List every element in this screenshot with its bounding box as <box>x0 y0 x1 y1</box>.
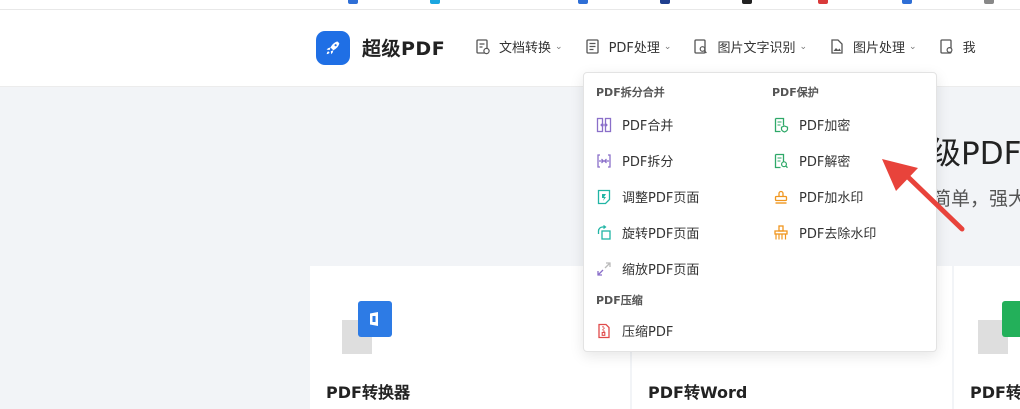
tool-card-pdf-to-excel[interactable]: PDF转 <box>954 266 1020 409</box>
watermark-stamp-icon <box>774 190 788 204</box>
section-split-merge: PDF拆分合并 <box>596 86 665 99</box>
adjust-page-icon <box>597 189 611 204</box>
menu-item-pdf-encrypt[interactable]: PDF加密 <box>773 115 850 134</box>
menu-item-adjust-page[interactable]: 调整PDF页面 <box>596 187 699 206</box>
remove-watermark-icon <box>774 224 788 239</box>
office-app-icon <box>342 298 392 354</box>
excel-app-icon <box>978 298 1020 354</box>
nav-pdf-process-label: PDF处理 <box>608 41 660 56</box>
split-icon <box>597 153 611 168</box>
menu-item-rotate-page[interactable]: 旋转PDF页面 <box>596 223 699 242</box>
zip-file-icon <box>598 323 610 338</box>
menu-item-compress-pdf[interactable]: 压缩PDF <box>596 321 673 340</box>
menu-item-pdf-decrypt[interactable]: PDF解密 <box>773 151 850 170</box>
tool-card-pdf-converter[interactable]: PDF转换器 <box>310 266 630 409</box>
nav-image-ocr-label: 图片文字识别 <box>717 41 796 56</box>
menu-item-label: 调整PDF页面 <box>622 191 700 206</box>
menu-item-pdf-split[interactable]: PDF拆分 <box>596 151 673 170</box>
section-protect: PDF保护 <box>772 86 819 99</box>
merge-icon <box>596 117 612 132</box>
nav-mine-label: 我 <box>962 41 976 56</box>
menu-item-pdf-merge[interactable]: PDF合并 <box>596 115 673 134</box>
chevron-down-icon: ⌄ <box>555 41 563 52</box>
chevron-down-icon: ⌄ <box>663 41 672 52</box>
menu-item-label: PDF解密 <box>799 155 851 170</box>
document-gear-icon <box>939 38 953 54</box>
card-title: PDF转换器 <box>326 383 410 402</box>
nav-image-process-label: 图片处理 <box>853 41 906 56</box>
nav-mine[interactable]: 我 <box>939 37 976 56</box>
menu-item-label: 缩放PDF页面 <box>622 263 700 278</box>
nav-pdf-process[interactable]: PDF处理 ⌄ <box>585 37 672 56</box>
rotate-page-icon <box>597 224 611 240</box>
nav-image-process[interactable]: 图片处理 ⌄ <box>830 37 917 56</box>
chevron-down-icon: ⌄ <box>909 41 917 52</box>
image-file-icon <box>831 38 843 54</box>
menu-item-pdf-remove-watermark[interactable]: PDF去除水印 <box>773 223 876 242</box>
menu-item-label: 压缩PDF <box>622 325 674 340</box>
nav-image-ocr[interactable]: 图片文字识别 ⌄ <box>694 37 807 56</box>
annotation-arrow-icon <box>882 159 965 232</box>
nav-doc-convert[interactable]: 文档转换 ⌄ <box>476 37 563 56</box>
menu-item-scale-page[interactable]: 缩放PDF页面 <box>596 259 699 278</box>
menu-item-label: PDF合并 <box>622 119 674 134</box>
brand-name[interactable]: 超级PDF <box>362 34 445 61</box>
main-nav: 文档转换 ⌄ PDF处理 ⌄ 图片文字识别 ⌄ 图片处理 ⌄ 我 <box>476 37 999 56</box>
menu-item-label: PDF加密 <box>799 119 851 134</box>
menu-item-label: 旋转PDF页面 <box>622 227 700 242</box>
menu-item-label: PDF去除水印 <box>799 227 877 242</box>
rocket-logo-icon[interactable] <box>316 31 350 65</box>
menu-item-label: PDF拆分 <box>622 155 674 170</box>
menu-item-pdf-add-watermark[interactable]: PDF加水印 <box>773 187 863 206</box>
card-title: PDF转Word <box>648 383 748 402</box>
section-compress: PDF压缩 <box>596 294 643 307</box>
card-title: PDF转 <box>970 383 1020 402</box>
document-search-icon <box>694 38 708 54</box>
nav-doc-convert-label: 文档转换 <box>499 41 552 56</box>
scale-page-icon <box>597 261 611 276</box>
document-list-icon <box>585 38 599 54</box>
decrypt-icon <box>774 153 788 168</box>
encrypt-icon <box>774 117 789 133</box>
menu-item-label: PDF加水印 <box>799 191 864 206</box>
document-icon <box>476 38 490 54</box>
chevron-down-icon: ⌄ <box>799 41 807 52</box>
browser-bookmark-strip <box>0 0 1020 10</box>
